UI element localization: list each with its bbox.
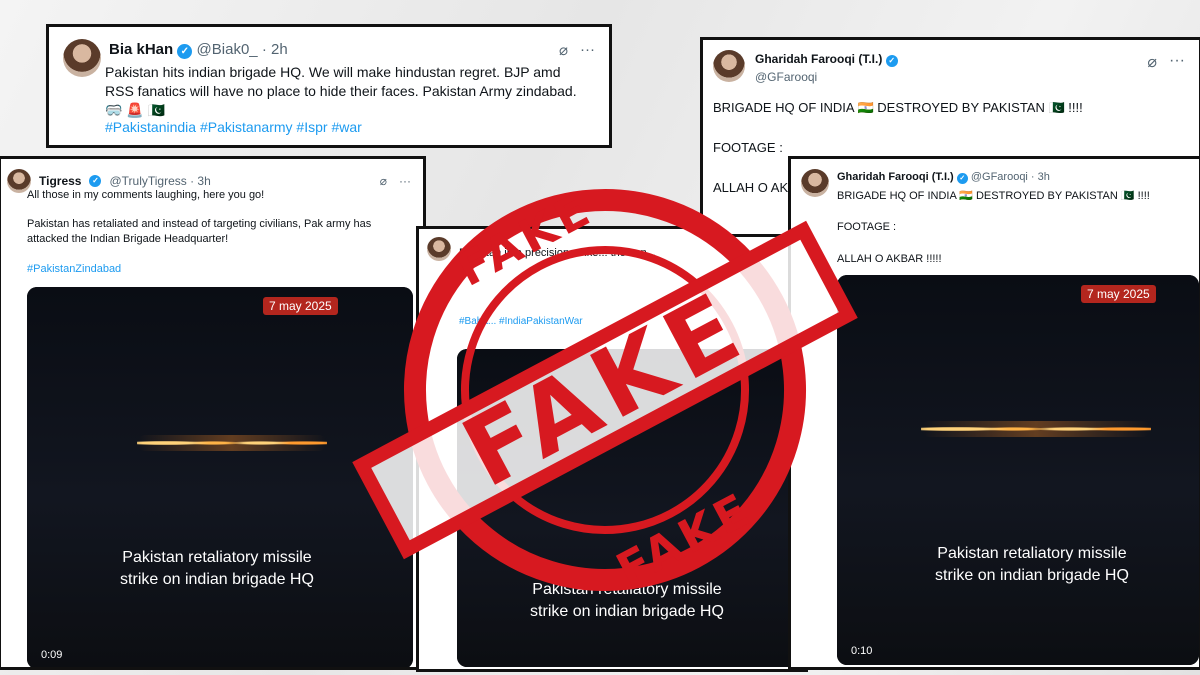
post-line-2: Pakistan has retaliated and instead of t…	[27, 218, 372, 245]
author-name[interactable]: Tigress	[39, 174, 81, 188]
post-line-1: All those in my comments laughing, here …	[27, 189, 265, 201]
author-handle[interactable]: @GFarooqi	[755, 70, 817, 84]
verified-badge-icon: ✓	[956, 173, 968, 184]
more-icon[interactable]: ···	[580, 41, 595, 59]
grok-icon[interactable]: ⌀	[559, 41, 568, 59]
post-hashtags[interactable]: #Baha... #IndiaPakistanWar	[459, 315, 589, 329]
author-handle[interactable]: @GFarooqi · 3h	[971, 171, 1050, 183]
avatar[interactable]	[427, 237, 451, 261]
post-middle[interactable]: Pakistan in a precision strike... the co…	[416, 226, 808, 672]
video-player[interactable]: 7 may 2025 Pakistan retaliatory missile …	[27, 287, 413, 667]
author-name[interactable]: Bia kHan	[109, 41, 173, 58]
video-caption: Pakistan retaliatory missile strike on i…	[530, 581, 724, 620]
more-icon[interactable]: ···	[1169, 52, 1185, 72]
post-line-1: BRIGADE HQ OF INDIA 🇮🇳 DESTROYED BY PAKI…	[837, 190, 1150, 202]
post-bia-khan[interactable]: Bia kHan ✓ @Biak0_ · 2h ⌀ ··· Pakistan h…	[46, 24, 612, 148]
post-body: Pakistan hits indian brigade HQ. We will…	[105, 64, 577, 118]
post-hashtags[interactable]: #Pakistanindia #Pakistanarmy #Ispr #war	[105, 119, 362, 135]
post-tigress[interactable]: Tigress ✓ @TrulyTigress · 3h ⌀ ··· All t…	[0, 156, 426, 670]
video-date-badge: 7 may 2025	[1081, 285, 1156, 303]
author-row: Gharidah Farooqi (T.I.) ✓	[755, 52, 898, 67]
video-player[interactable]: 7 may 2025 Pakistan retaliatory missile …	[837, 275, 1199, 665]
video-frame	[27, 287, 413, 667]
author-row: Gharidah Farooqi (T.I.) ✓ @GFarooqi · 3h	[837, 171, 1050, 184]
video-player[interactable]: Pakistan retaliatory missile strike on i…	[457, 349, 803, 667]
post-tools: ⌀ ···	[1147, 52, 1185, 72]
video-duration: 0:10	[851, 645, 873, 657]
verified-badge-icon: ✓	[89, 175, 102, 187]
post-tools: ⌀ ···	[380, 174, 411, 188]
post-line-1: BRIGADE HQ OF INDIA 🇮🇳 DESTROYED BY PAKI…	[713, 100, 1083, 115]
author-name[interactable]: Gharidah Farooqi (T.I.)	[837, 171, 954, 183]
post-text: Pakistan in a precision strike... the co…	[459, 247, 656, 259]
video-frame	[837, 275, 1199, 665]
video-date-badge: 7 may 2025	[263, 297, 338, 315]
post-line-3: ALLAH O AKBAR !!!!!	[837, 253, 942, 265]
post-line-3: ALLAH O AK...	[713, 180, 799, 195]
post-time[interactable]: · 2h	[262, 41, 288, 58]
verified-badge-icon: ✓	[885, 55, 898, 67]
post-line-2: FOOTAGE :	[837, 221, 897, 233]
video-duration: 0:09	[41, 649, 63, 661]
post-gharidah-front[interactable]: Gharidah Farooqi (T.I.) ✓ @GFarooqi · 3h…	[788, 156, 1200, 670]
post-hashtags[interactable]: #PakistanZindabad	[27, 263, 121, 275]
grok-icon[interactable]: ⌀	[1147, 52, 1157, 72]
author-handle[interactable]: @TrulyTigress · 3h	[109, 174, 210, 188]
avatar[interactable]	[713, 50, 745, 82]
video-caption: Pakistan retaliatory missile strike on i…	[935, 545, 1129, 584]
avatar[interactable]	[801, 169, 829, 197]
avatar[interactable]	[63, 39, 101, 77]
post-line-2: FOOTAGE :	[713, 140, 783, 155]
author-handle[interactable]: @Biak0_	[197, 41, 258, 58]
fire-glow	[921, 421, 1151, 437]
post-tools: ⌀ ···	[559, 41, 595, 59]
author-name[interactable]: Gharidah Farooqi (T.I.)	[755, 52, 882, 66]
fire-glow	[137, 435, 327, 451]
grok-icon[interactable]: ⌀	[380, 174, 387, 188]
more-icon[interactable]: ···	[399, 174, 411, 188]
verified-badge-icon: ✓	[177, 44, 193, 59]
video-caption: Pakistan retaliatory missile strike on i…	[120, 549, 314, 588]
